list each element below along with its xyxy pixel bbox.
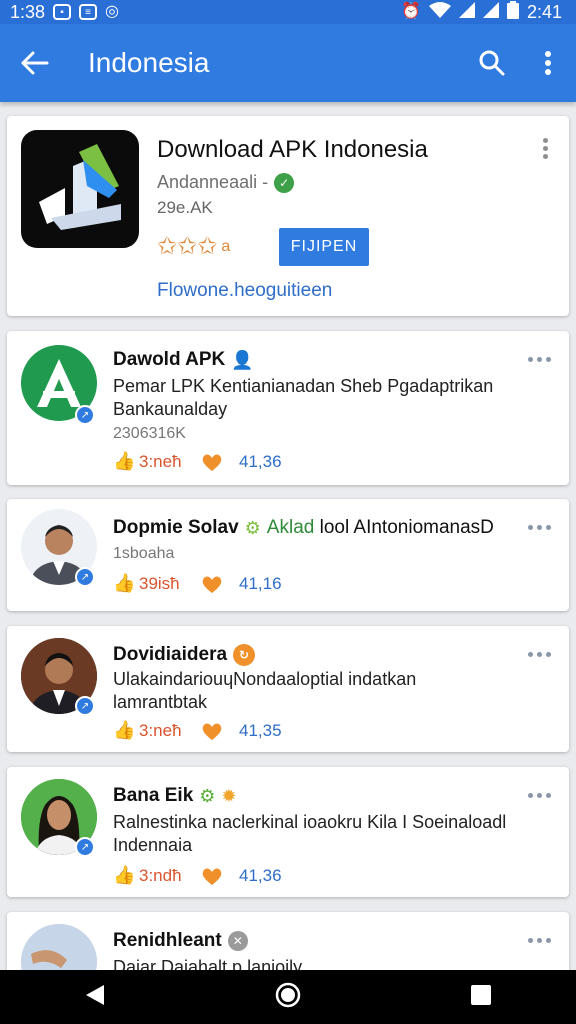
author-name: Renidhleant (113, 930, 222, 951)
orange-badge-icon: ↻ (233, 644, 256, 666)
thumbs-up-icon[interactable]: 👍 (113, 720, 139, 741)
share-count: 41,16 (239, 573, 282, 593)
author-name: Dawold APK (113, 349, 226, 370)
reaction-icon[interactable] (201, 574, 239, 594)
post-card[interactable]: ↗ Dovidiaidera ↻ UlakaindariouɥNondaalop… (7, 626, 569, 752)
like-count: 3:neħ (139, 451, 182, 471)
thumbs-up-icon[interactable]: 👍 (113, 573, 139, 594)
post-author: Renidhleant ✕ (113, 930, 248, 952)
share-count: 41,36 (239, 865, 282, 885)
close-badge-icon: ✕ (227, 931, 248, 951)
gear-badge-icon: ⚙ (244, 517, 261, 538)
edit-badge-icon: ↗ (75, 696, 95, 716)
post-stats: 👍 3:ndħ 41,36 (113, 865, 282, 886)
post-meta: 1sboaha (113, 545, 175, 562)
more-vert-icon[interactable] (520, 24, 576, 102)
rating-suffix: a (221, 237, 231, 255)
status-time-right: 2:41 (526, 1, 562, 22)
app-size: 29e.AK (157, 198, 213, 217)
reaction-icon[interactable] (201, 452, 239, 472)
reaction-icon[interactable] (201, 866, 239, 886)
author-name: Bana Eik (113, 785, 194, 806)
post-author: Dovidiaidera ↻ (113, 644, 256, 666)
post-text-line-1: Ralnestinka naclerkinal ioaokru Kila I S… (113, 812, 507, 832)
author-tag: Aklad (266, 517, 315, 538)
star-icons: ✩✩✩ (157, 233, 218, 260)
post-more-icon[interactable] (528, 525, 551, 530)
thumbs-up-icon[interactable]: 👍 (113, 865, 139, 886)
post-stats: 👍 3:neħ 41,36 (113, 451, 282, 472)
post-text-line-2: Indennaia (113, 835, 193, 855)
edit-badge-icon: ↗ (75, 837, 95, 857)
author-name: Dovidiaidera (113, 644, 228, 665)
post-meta: 2306316K (113, 425, 186, 442)
post-text-line-1: Pemar LPK Kentianianadan Sheb Pgadaptrik… (113, 376, 494, 396)
sun-icon: ✹ (221, 785, 237, 806)
post-text-line-2: lamrantbtak (113, 692, 208, 712)
wifi-icon (428, 2, 451, 22)
post-more-icon[interactable] (528, 652, 551, 657)
post-text-line-1: UlakaindariouɥNondaaloptial indatkan (113, 669, 417, 689)
post-stats: 👍 3:neħ 41,35 (113, 720, 282, 741)
post-more-icon[interactable] (528, 357, 551, 362)
open-button[interactable]: FIJIPEN (279, 228, 369, 266)
app-logo-icon (21, 130, 139, 248)
post-card[interactable]: ↗ Dawold APK 👤 Pemar LPK Kentianianadan … (7, 331, 569, 485)
thumbs-up-icon[interactable]: 👍 (113, 451, 139, 472)
back-triangle-icon[interactable] (84, 983, 106, 1012)
like-count: 3:neħ (139, 720, 182, 740)
verified-icon: ✓ (274, 172, 295, 193)
post-author: Dawold APK 👤 (113, 349, 254, 371)
gear-badge-icon: ⚙ (199, 785, 216, 806)
share-count: 41,36 (239, 451, 282, 471)
post-author: Dopmie Solav ⚙ Aklad lool AIntoniomanasD (113, 517, 494, 539)
circle-icon: ◎ (105, 3, 120, 20)
share-count: 41,35 (239, 720, 282, 740)
recents-square-icon[interactable] (470, 984, 492, 1011)
developer-name: Andanneaali - (157, 172, 269, 192)
like-count: 39isħ (139, 573, 180, 593)
search-icon[interactable] (464, 24, 520, 102)
app-developer: Andanneaali - ✓ (157, 172, 295, 193)
group-icon: 👤 (231, 349, 254, 370)
status-time: 1:38 (10, 1, 46, 22)
post-stats: 👍 39isħ 41,16 (113, 573, 282, 594)
status-bar: 1:38 ▪ ≡ ◎ ⏰ 2:41 (0, 0, 576, 24)
rating-stars: ✩✩✩ a (157, 232, 230, 261)
post-author: Bana Eik ⚙ ✹ (113, 785, 237, 807)
alarm-icon: ⏰ (401, 3, 421, 20)
signal-icon (482, 1, 499, 23)
home-circle-icon[interactable] (275, 982, 301, 1013)
system-nav-bar (0, 970, 576, 1024)
page-title: Indonesia (88, 47, 210, 78)
post-more-icon[interactable] (528, 793, 551, 798)
edit-badge-icon: ↗ (75, 567, 95, 587)
like-count: 3:ndħ (139, 865, 182, 885)
signal-icon (458, 1, 475, 23)
reaction-icon[interactable] (201, 721, 239, 741)
post-more-icon[interactable] (528, 938, 551, 943)
author-name: Dopmie Solav (113, 517, 239, 538)
post-card[interactable]: ↗ Dopmie Solav ⚙ Aklad lool AIntoniomana… (7, 499, 569, 611)
app-link[interactable]: Flowone.heoguitieen (157, 280, 332, 302)
app-title: Download APK Indonesia (157, 136, 428, 163)
post-card[interactable]: ↗ Bana Eik ⚙ ✹ Ralnestinka naclerkinal i… (7, 767, 569, 897)
app-more-icon[interactable] (537, 138, 553, 159)
post-text-line-2: Bankaunalday (113, 399, 228, 419)
battery-icon (506, 0, 519, 24)
back-arrow-icon[interactable] (0, 24, 70, 102)
doc-icon: ≡ (79, 4, 98, 20)
app-bar: Indonesia (0, 24, 576, 102)
edit-badge-icon: ↗ (75, 405, 95, 425)
featured-app-card[interactable]: Download APK Indonesia Andanneaali - ✓ 2… (7, 116, 569, 316)
message-icon: ▪ (53, 4, 72, 20)
author-subtitle: lool AIntoniomanasD (319, 517, 494, 538)
author-extra: Aklad lool AIntoniomanasD (267, 517, 494, 539)
